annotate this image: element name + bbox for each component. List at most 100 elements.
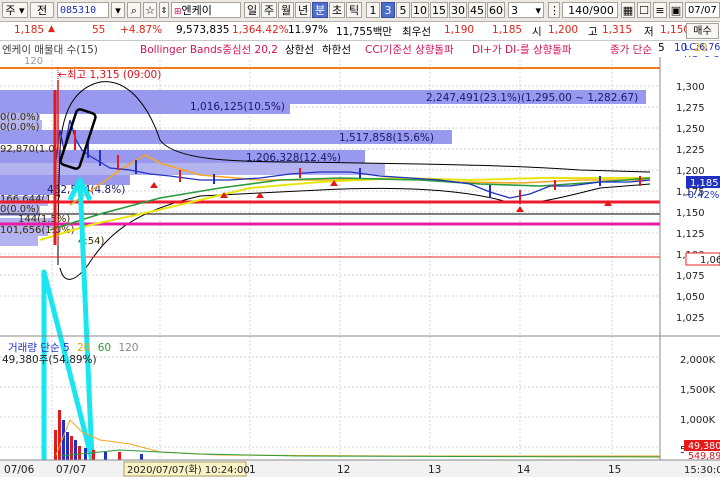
svg-text:1,150: 1,150 [676,208,705,219]
interval-5[interactable]: 5 [396,2,410,18]
plot-area [0,57,660,460]
svg-text:1,075: 1,075 [676,271,705,282]
scroll-icon[interactable]: ≡ [653,2,667,18]
bollinger-legend: Bollinger Bands중심선 20,2 [140,44,278,56]
period-day[interactable]: 일 [244,2,260,18]
end-time-label: 15:30:0 [684,465,720,476]
prev-button[interactable]: 전 [30,2,54,18]
left-label-2: 0(0.0%) [0,122,40,133]
svg-text:07/06: 07/06 [4,464,35,476]
vol-ma-120: 120 [118,342,139,354]
price-change: 55 [92,24,106,36]
grid-icon[interactable]: ▦ [621,2,635,18]
cursor-time-label: 2020/07/07(화) 10:24:00 [127,464,250,476]
buy-button[interactable]: 매수 [686,23,719,39]
period-week[interactable]: 주 [261,2,277,18]
period-month[interactable]: 월 [278,2,294,18]
chart-toolbar: 주 ▾ 전 085310 ▾ ⌕ ☆ ⇕ ⊞엔케이 일 주 월 년 분 초 틱 … [0,0,720,22]
interval-1[interactable]: 1 [366,2,380,18]
svg-text:1: 1 [249,464,256,476]
interval-input[interactable]: 3 ▾ [508,2,544,18]
svg-text:1,125: 1,125 [676,229,705,240]
quote-bar: 1,185 ▲ 55 +4.87% 9,573,835 1,364.42% 11… [0,22,720,41]
top-line-marker: 120 [24,57,43,67]
indicator-legend: 엔케이 매물대 수(15) Bollinger Bands중심선 20,2 상한… [0,41,720,58]
interval-3[interactable]: 3 [381,2,395,18]
profile-label-1: 2,247,491(23.1%)(1,295.00 ~ 1,282.67) [426,92,638,104]
market-select[interactable]: 주 ▾ [2,2,28,18]
svg-text:1,250: 1,250 [676,124,705,135]
cci-legend: CCI기준선 상향돌파 [365,44,454,56]
favorite-icon[interactable]: ☆ [143,2,157,18]
stock-name-field[interactable]: ⊞엔케이 [171,2,241,18]
calendar-icon[interactable]: ▣ [669,2,683,18]
upper-band-legend: 상한선 [285,44,314,56]
volume-pct: 1,364.42% [232,24,289,36]
lc-value: LC:6,76 [684,42,720,53]
interval-60[interactable]: 60 [487,2,505,18]
best-ask-label: 최우선 [402,26,431,38]
current-price: 1,185 [14,24,45,36]
vol-ma-60: 60 [97,342,112,354]
search-icon[interactable]: ⌕ [127,2,141,18]
volume: 9,573,835 [176,24,230,36]
price-chart[interactable]: 2,247,491(23.1%)(1,295.00 ~ 1,282.67) 1,… [0,57,720,477]
best-ask: 1,190 [444,24,475,36]
svg-text:1,025: 1,025 [676,313,705,324]
lower-band-legend: 하한선 [322,44,351,56]
svg-text:13: 13 [428,464,441,476]
high-price: 1,315 [602,24,633,36]
period-minute[interactable]: 분 [312,2,328,18]
stock-badge-icon: ⊞ [174,7,182,17]
high-arrow-icon: ← [58,69,67,81]
svg-text:1,000K: 1,000K [680,415,716,426]
open-label: 시 [532,26,542,38]
current-pct-tag: -0.42% [684,190,719,201]
checkbox-icon[interactable]: ☐ [637,2,651,18]
code-dropdown-icon[interactable]: ▾ [111,2,125,18]
period-tick[interactable]: 틱 [346,2,362,18]
ref-price-tag-text: 1,06 [700,255,720,266]
amount: 11,755백만 [336,26,393,38]
page-count-field[interactable]: 140/900 [562,2,618,18]
low-label: 저 [644,26,654,38]
svg-text:1,300: 1,300 [676,82,705,93]
current-price-tag-text: 1,185 [690,178,719,189]
profile-label-3: 1,517,858(15.6%) [339,132,434,144]
best-bid: 1,185 [492,24,523,36]
volume-value: 49,380주(54.89%) [2,354,97,366]
price-change-pct: +4.87% [120,24,163,36]
interval-30[interactable]: 30 [449,2,467,18]
interval-15[interactable]: 15 [430,2,448,18]
ma-5-legend: 5 [658,42,665,54]
date-field[interactable]: 07/07 [685,2,720,18]
settings-icon[interactable]: ⋮ [548,2,560,18]
svg-text:14: 14 [517,464,531,476]
high-annotation: ←최고 1,315 (09:00) [58,69,161,81]
svg-text:1,225: 1,225 [676,145,705,156]
chart-title: 엔케이 매물대 수(15) [2,44,98,56]
open-price: 1,200 [548,24,579,36]
svg-text:1,050: 1,050 [676,292,705,303]
svg-text:15: 15 [608,464,621,476]
price-axis [660,57,720,477]
turnover: 11.97% [288,24,329,36]
svg-text:07/07: 07/07 [56,464,86,476]
period-year[interactable]: 년 [295,2,311,18]
interval-45[interactable]: 45 [468,2,486,18]
stock-code-input[interactable]: 085310 [57,2,109,18]
period-second[interactable]: 초 [329,2,345,18]
svg-text:1,500K: 1,500K [680,385,716,396]
left-label-3: 92,870(1.0 [0,144,55,155]
interval-10[interactable]: 10 [411,2,429,18]
ma-legend: 종가 단순 [610,44,652,56]
profile-bar-14 [0,236,38,246]
spin-icon[interactable]: ⇕ [159,2,169,18]
profile-label-2: 1,016,125(10.5%) [190,101,285,113]
left-label-6: 101,656(1.0%) [0,225,75,236]
svg-text:1,275: 1,275 [676,103,705,114]
up-arrow-icon: ▲ [48,24,55,34]
high-label: 고 [588,26,598,38]
svg-text:2,000K: 2,000K [680,355,716,366]
svg-text:1,200: 1,200 [676,166,705,177]
